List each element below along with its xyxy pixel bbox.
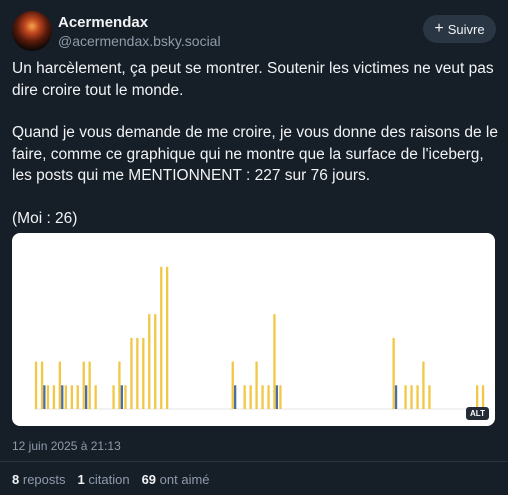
chart-bar bbox=[148, 314, 151, 409]
chart-bar bbox=[64, 385, 67, 409]
chart-bar bbox=[58, 361, 61, 409]
chart-bar bbox=[76, 385, 79, 409]
chart-bar bbox=[85, 385, 88, 409]
citations-stat[interactable]: 1 citation bbox=[78, 472, 130, 487]
chart-bar bbox=[40, 361, 44, 409]
chart-bar bbox=[275, 385, 278, 409]
plus-icon: + bbox=[434, 20, 444, 37]
post-text: Un harcèlement, ça peut se montrer. Sout… bbox=[12, 58, 498, 229]
chart-bar bbox=[404, 385, 407, 409]
avatar[interactable] bbox=[12, 11, 52, 51]
chart-bar bbox=[166, 266, 169, 409]
divider bbox=[0, 461, 508, 462]
chart-bar bbox=[142, 337, 145, 409]
chart-bar bbox=[279, 385, 282, 409]
chart-bar bbox=[82, 361, 85, 409]
post-paragraph-2: Quand je vous demande de me croire, je v… bbox=[12, 124, 498, 184]
chart-bar bbox=[61, 385, 64, 409]
chart-bar bbox=[118, 361, 121, 409]
alt-badge[interactable]: ALT bbox=[466, 407, 489, 420]
chart-bar bbox=[392, 337, 395, 409]
chart-bar bbox=[231, 361, 234, 409]
chart-bar bbox=[160, 266, 163, 409]
chart-bar bbox=[243, 385, 246, 409]
chart-bar bbox=[255, 361, 258, 409]
chart-bar bbox=[46, 385, 50, 409]
chart-bar bbox=[249, 385, 252, 409]
post-paragraph-3: (Moi : 26) bbox=[12, 209, 78, 227]
chart-bar bbox=[70, 385, 73, 409]
chart-bar bbox=[120, 385, 123, 409]
mentions-chart bbox=[34, 266, 487, 410]
engagement-stats: 8 reposts 1 citation 69 ont aimé bbox=[12, 472, 210, 487]
chart-bar bbox=[416, 385, 419, 409]
chart-bar bbox=[136, 337, 139, 409]
chart-bar bbox=[88, 361, 91, 409]
follow-label: Suivre bbox=[447, 21, 485, 37]
follow-button[interactable]: + Suivre bbox=[423, 15, 496, 43]
chart-bar bbox=[273, 314, 276, 409]
chart-bar bbox=[261, 385, 264, 409]
chart-bar bbox=[130, 337, 133, 409]
chart-bar bbox=[428, 385, 431, 409]
reposts-stat[interactable]: 8 reposts bbox=[12, 472, 66, 487]
post-timestamp[interactable]: 12 juin 2025 à 21:13 bbox=[12, 439, 121, 453]
chart-bar bbox=[52, 385, 56, 409]
chart-bar bbox=[124, 385, 127, 409]
likes-stat[interactable]: 69 ont aimé bbox=[142, 472, 210, 487]
chart-bar bbox=[34, 361, 38, 409]
author-display-name[interactable]: Acermendax bbox=[58, 14, 148, 31]
chart-bar bbox=[94, 385, 97, 409]
chart-bar bbox=[410, 385, 413, 409]
chart-bar bbox=[112, 385, 115, 409]
chart-image[interactable]: ALT bbox=[12, 233, 495, 426]
chart-bar bbox=[422, 361, 425, 409]
chart-bar bbox=[43, 385, 46, 409]
post-paragraph-1: Un harcèlement, ça peut se montrer. Sout… bbox=[12, 60, 494, 99]
chart-bar bbox=[267, 385, 270, 409]
chart-bar bbox=[154, 314, 157, 409]
chart-bar bbox=[394, 385, 398, 409]
chart-bar bbox=[476, 385, 479, 409]
chart-bar bbox=[481, 385, 485, 409]
chart-bar bbox=[234, 385, 237, 409]
author-handle[interactable]: @acermendax.bsky.social bbox=[58, 33, 221, 49]
